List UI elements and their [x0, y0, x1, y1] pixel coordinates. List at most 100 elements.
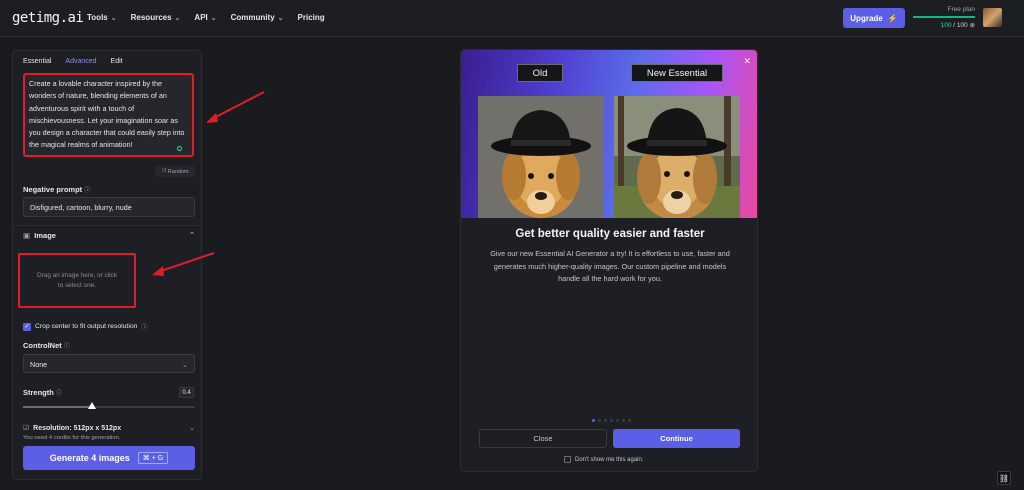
chevron-down-icon: ⌄: [277, 14, 284, 22]
carousel-dot[interactable]: [622, 419, 625, 422]
tab-advanced[interactable]: Advanced: [65, 58, 96, 65]
nav-community[interactable]: Community ⌄: [231, 13, 284, 22]
plan-name: Free plan: [947, 6, 975, 13]
nav-pricing-label: Pricing: [297, 13, 325, 22]
carousel-dot[interactable]: [616, 419, 619, 422]
annotation-arrow: [152, 252, 215, 276]
resolution-icon: ☑: [23, 425, 30, 432]
prompt-text: Create a lovable character inspired by t…: [29, 79, 185, 150]
credits-note: You need 4 credits for this generation.: [23, 435, 121, 441]
new-essential-result-image: [614, 96, 740, 218]
generate-button[interactable]: Generate 4 images ⌘ + G: [23, 446, 195, 470]
tag-old: Old: [517, 64, 563, 82]
continue-button[interactable]: Continue: [613, 429, 740, 448]
carousel-dot[interactable]: [598, 419, 601, 422]
credits-count: 100 / 100 ⊛: [913, 21, 975, 29]
nav-tools-label: Tools: [87, 13, 108, 22]
old-result-image: [478, 96, 604, 218]
resolution-section-header[interactable]: ☑ Resolution: 512px x 512px ⌄: [23, 424, 195, 432]
controlnet-label: ControlNet: [23, 341, 62, 350]
strength-slider-thumb[interactable]: [87, 402, 96, 409]
carousel-dot[interactable]: [610, 419, 613, 422]
plan-status: Free plan 100 / 100 ⊛: [913, 6, 975, 29]
strength-value[interactable]: 0.4: [179, 387, 194, 398]
annotation-arrow: [206, 91, 265, 123]
chevron-down-icon: ⌄: [181, 360, 188, 369]
nav-community-label: Community: [230, 13, 275, 22]
controlnet-select[interactable]: None ⌄: [23, 354, 195, 373]
info-icon[interactable]: ⓘ: [64, 344, 70, 350]
dont-show-checkbox[interactable]: [564, 456, 571, 463]
logo[interactable]: getimg.ai: [12, 10, 84, 26]
status-indicator-icon: [177, 146, 182, 151]
mode-tabs: Essential Advanced Edit: [23, 58, 123, 65]
shuffle-icon: ⤨: [161, 168, 166, 174]
generate-shortcut: ⌘ + G: [137, 452, 169, 464]
strength-slider[interactable]: [23, 402, 195, 409]
modal-title: Get better quality easier and faster: [515, 228, 705, 240]
tab-edit[interactable]: Edit: [111, 58, 123, 65]
prompt-textarea[interactable]: Create a lovable character inspired by t…: [23, 73, 194, 157]
link-icon[interactable]: ⛓: [997, 471, 1011, 485]
credits-used: 100: [940, 22, 952, 29]
controlnet-heading: ControlNet ⓘ: [23, 341, 70, 350]
image-icon: ▣: [23, 231, 31, 240]
random-label: Random: [167, 168, 189, 175]
carousel-dots: [592, 419, 631, 422]
divider: [13, 225, 203, 226]
resolution-label: Resolution: 512px x 512px: [33, 425, 122, 432]
tag-new-essential: New Essential: [631, 64, 723, 82]
strength-heading: Strength ⓘ: [23, 388, 62, 397]
carousel-dot[interactable]: [604, 419, 607, 422]
info-icon[interactable]: ⓘ: [141, 322, 147, 331]
nav-resources-label: Resources: [130, 13, 172, 22]
essential-promo-modal: ✕ Old New Essential Get better quality e…: [460, 49, 758, 472]
nav-api-label: API: [194, 13, 208, 22]
info-icon[interactable]: ⓘ: [56, 391, 62, 397]
close-icon[interactable]: ✕: [743, 56, 751, 67]
negative-prompt-label: Negative prompt: [23, 185, 83, 194]
random-prompt-button[interactable]: ⤨ Random: [155, 166, 195, 177]
carousel-dot[interactable]: [592, 419, 595, 422]
lightning-icon: ⚡: [887, 13, 898, 23]
chevron-down-icon: ⌄: [110, 14, 117, 22]
image-dropzone[interactable]: Drag an image here, or click to select o…: [18, 253, 136, 308]
generate-label: Generate 4 images: [49, 453, 130, 463]
nav-resources[interactable]: Resources ⌄: [131, 13, 181, 22]
modal-description: Give our new Essential AI Generator a tr…: [490, 249, 730, 283]
top-navbar: getimg.ai Tools ⌄ Resources ⌄ API ⌄ Communi…: [0, 0, 1024, 37]
image-heading: ▣ Image: [23, 231, 56, 240]
chevron-down-icon: ⌄: [210, 14, 217, 22]
chevron-down-icon: ⌄: [189, 425, 195, 432]
close-button[interactable]: Close: [479, 429, 607, 448]
credits-total: / 100: [953, 22, 968, 29]
credits-progress-bar: [913, 16, 975, 18]
nav-api[interactable]: API ⌄: [194, 13, 216, 22]
upgrade-button[interactable]: Upgrade ⚡: [843, 8, 905, 28]
crop-checkbox[interactable]: ✓: [23, 322, 31, 331]
coins-icon: ⊛: [969, 22, 975, 29]
chevron-down-icon: ⌄: [174, 14, 181, 22]
crop-center-checkbox-row[interactable]: ✓ Crop center to fit output resolution ⓘ: [23, 322, 147, 331]
image-label: Image: [34, 231, 56, 240]
comparison-hero: ✕ Old New Essential: [461, 50, 757, 218]
nav-pricing[interactable]: Pricing: [298, 13, 325, 22]
chevron-up-icon: ⌃: [189, 232, 195, 239]
strength-slider-fill: [23, 406, 92, 408]
avatar[interactable]: [983, 8, 1002, 27]
main-nav: Tools ⌄ Resources ⌄ API ⌄ Community ⌄ Pricin…: [87, 13, 325, 22]
tab-essential[interactable]: Essential: [23, 58, 51, 65]
dont-show-again-row[interactable]: Don't show me this again.: [564, 456, 644, 463]
strength-label: Strength: [23, 388, 54, 397]
dont-show-label: Don't show me this again.: [575, 456, 644, 463]
dropzone-text: Drag an image here, or click to select o…: [37, 271, 117, 289]
negative-prompt-input[interactable]: Disfigured, cartoon, blurry, nude: [23, 197, 195, 217]
resolution-heading: ☑ Resolution: 512px x 512px: [23, 424, 121, 432]
negative-prompt-heading: Negative prompt ⓘ: [23, 185, 90, 194]
carousel-dot[interactable]: [628, 419, 631, 422]
crop-label: Crop center to fit output resolution: [35, 323, 138, 330]
info-icon[interactable]: ⓘ: [84, 188, 90, 194]
upgrade-label: Upgrade: [850, 13, 883, 23]
image-section-header[interactable]: ▣ Image ⌃: [23, 231, 195, 240]
nav-tools[interactable]: Tools ⌄: [87, 13, 117, 22]
